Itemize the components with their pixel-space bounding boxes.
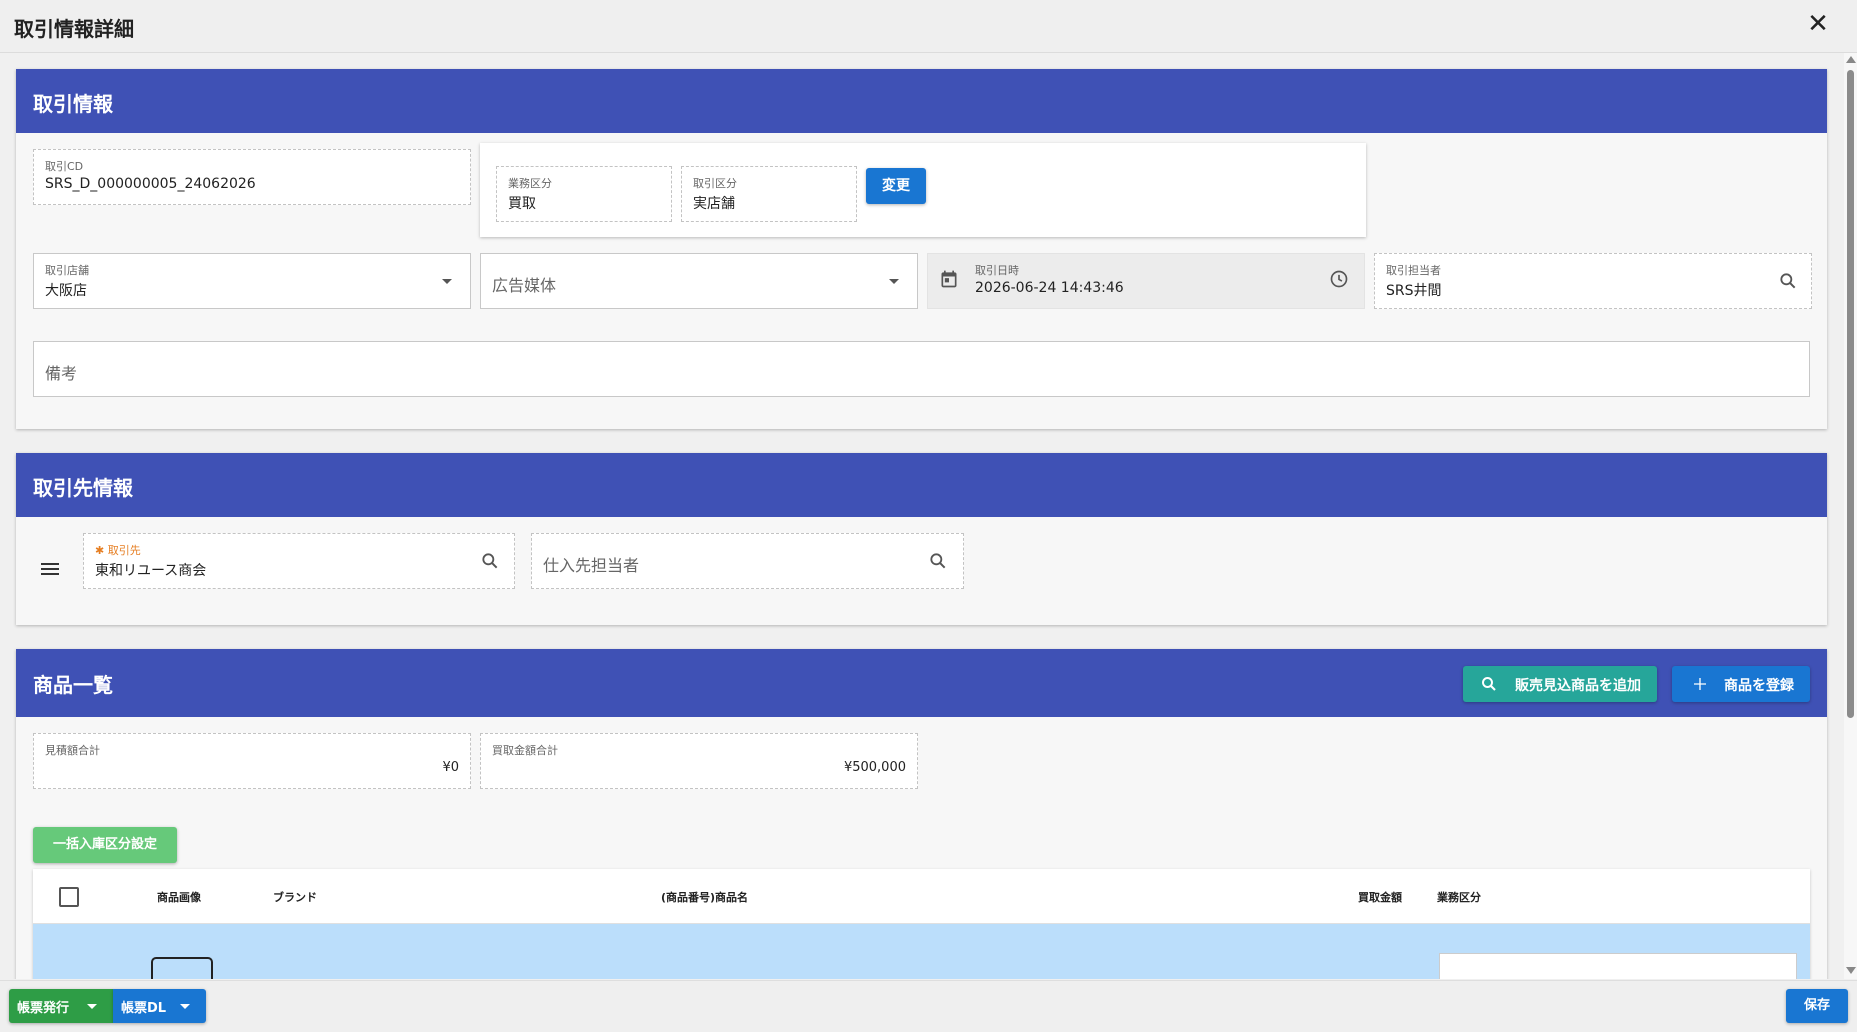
chevron-down-icon[interactable]: [442, 279, 452, 284]
transaction-staff-label: 取引担当者: [1386, 264, 1441, 277]
ad-media-placeholder: 広告媒体: [492, 276, 557, 295]
transaction-code-value: SRS_D_000000005_24062026: [45, 176, 256, 192]
transaction-datetime-field[interactable]: 取引日時 2026-06-24 14:43:46: [927, 253, 1365, 309]
business-type-value: 買取: [508, 196, 536, 212]
download-form-button[interactable]: 帳票DL: [113, 989, 206, 1023]
products-card-header: 商品一覧 販売見込商品を追加 商品を登録: [16, 649, 1827, 717]
partner-label-text: 取引先: [107, 544, 141, 557]
transaction-category-label: 取引区分: [693, 177, 737, 190]
search-icon[interactable]: [1778, 271, 1798, 291]
transaction-card: 取引情報 取引CD SRS_D_000000005_24062026 業務区分 …: [16, 69, 1827, 429]
estimate-total-field: 見積額合計 ¥0: [33, 733, 471, 789]
products-card: 商品一覧 販売見込商品を追加 商品を登録 見積額合計 ¥0 買取金額合計 ¥50…: [16, 649, 1827, 979]
transaction-code-field[interactable]: 取引CD SRS_D_000000005_24062026: [33, 149, 471, 205]
column-header-price[interactable]: 買取金額: [1358, 889, 1402, 905]
estimate-total-label: 見積額合計: [45, 744, 100, 757]
close-icon[interactable]: ✕: [1806, 11, 1830, 37]
dialog-title: 取引情報詳細: [14, 17, 134, 41]
table-row[interactable]: [33, 924, 1810, 979]
transaction-datetime-value: 2026-06-24 14:43:46: [975, 280, 1124, 296]
chevron-down-icon[interactable]: [889, 279, 899, 284]
notes-placeholder: 備考: [45, 364, 78, 383]
clock-icon[interactable]: [1329, 269, 1349, 289]
chevron-down-icon[interactable]: [180, 1004, 190, 1009]
products-card-title: 商品一覧: [33, 673, 113, 697]
required-mark: ✱: [95, 544, 105, 557]
register-product-button[interactable]: 商品を登録: [1672, 666, 1810, 702]
transaction-staff-value: SRS井間: [1386, 283, 1442, 299]
column-header-business[interactable]: 業務区分: [1437, 889, 1481, 905]
store-select[interactable]: 取引店舗 大阪店: [33, 253, 471, 309]
issue-form-button[interactable]: 帳票発行: [9, 989, 113, 1023]
dialog-content[interactable]: 取引情報 取引CD SRS_D_000000005_24062026 業務区分 …: [0, 53, 1844, 979]
purchase-total-label: 買取金額合計: [492, 744, 558, 757]
search-icon[interactable]: [928, 551, 948, 571]
business-type-label: 業務区分: [508, 177, 552, 190]
transaction-datetime-label: 取引日時: [975, 264, 1019, 277]
transaction-category-value: 実店舗: [693, 196, 735, 212]
transaction-type-panel: 業務区分 買取 取引区分 実店舗 変更: [480, 143, 1366, 237]
transaction-code-label: 取引CD: [45, 160, 84, 173]
calendar-icon[interactable]: [939, 269, 959, 289]
download-form-label: 帳票DL: [121, 1001, 167, 1016]
partner-card: 取引先情報 ✱ 取引先 東和リユース商会 仕入先担当者: [16, 453, 1827, 625]
partner-value: 東和リユース商会: [95, 563, 207, 579]
product-image-thumbnail[interactable]: [151, 957, 213, 979]
transaction-staff-field[interactable]: 取引担当者 SRS井間: [1374, 253, 1812, 309]
partner-label: ✱ 取引先: [95, 542, 141, 558]
menu-icon[interactable]: [38, 557, 62, 581]
notes-input[interactable]: 備考: [33, 341, 1810, 397]
select-all-checkbox[interactable]: [59, 887, 79, 907]
scroll-down-icon[interactable]: [1846, 967, 1856, 974]
partner-field[interactable]: ✱ 取引先 東和リユース商会: [83, 533, 515, 589]
business-type-field[interactable]: 業務区分 買取: [496, 166, 672, 222]
scrollbar-thumb[interactable]: [1847, 70, 1854, 718]
supplier-contact-field[interactable]: 仕入先担当者: [531, 533, 964, 589]
scroll-up-icon[interactable]: [1846, 56, 1856, 63]
products-table: 商品画像 ブランド (商品番号)商品名 買取金額 業務区分: [33, 869, 1810, 979]
add-forecast-product-label: 販売見込商品を追加: [1515, 678, 1641, 694]
store-value: 大阪店: [45, 283, 87, 299]
store-label: 取引店舗: [45, 264, 89, 277]
partner-card-header: 取引先情報: [16, 453, 1827, 517]
supplier-contact-placeholder: 仕入先担当者: [543, 556, 640, 575]
bulk-stock-category-button[interactable]: 一括入庫区分設定: [33, 827, 177, 863]
search-icon: [1482, 677, 1496, 691]
transaction-category-field[interactable]: 取引区分 実店舗: [681, 166, 857, 222]
add-forecast-product-button[interactable]: 販売見込商品を追加: [1463, 666, 1657, 702]
column-header-name[interactable]: (商品番号)商品名: [661, 889, 748, 905]
vertical-scrollbar[interactable]: [1844, 53, 1857, 979]
ad-media-select[interactable]: 広告媒体: [480, 253, 918, 309]
estimate-total-value: ¥0: [442, 760, 459, 775]
transaction-card-title: 取引情報: [33, 92, 113, 116]
chevron-down-icon[interactable]: [87, 1004, 97, 1009]
column-header-brand[interactable]: ブランド: [273, 889, 317, 905]
dialog-actions: 帳票発行 帳票DL 保存: [0, 980, 1857, 1032]
business-type-select[interactable]: [1439, 953, 1797, 979]
issue-form-label: 帳票発行: [17, 1001, 70, 1016]
products-table-header: 商品画像 ブランド (商品番号)商品名 買取金額 業務区分: [33, 869, 1810, 924]
plus-icon: [1694, 678, 1706, 690]
partner-card-title: 取引先情報: [33, 476, 133, 500]
change-button[interactable]: 変更: [866, 168, 926, 204]
dialog-titlebar: 取引情報詳細 ✕: [0, 0, 1857, 53]
save-button[interactable]: 保存: [1786, 989, 1848, 1023]
transaction-card-header: 取引情報: [16, 69, 1827, 133]
search-icon[interactable]: [480, 551, 500, 571]
purchase-total-value: ¥500,000: [843, 760, 906, 775]
register-product-label: 商品を登録: [1724, 678, 1794, 694]
purchase-total-field: 買取金額合計 ¥500,000: [480, 733, 918, 789]
column-header-image[interactable]: 商品画像: [157, 889, 201, 905]
